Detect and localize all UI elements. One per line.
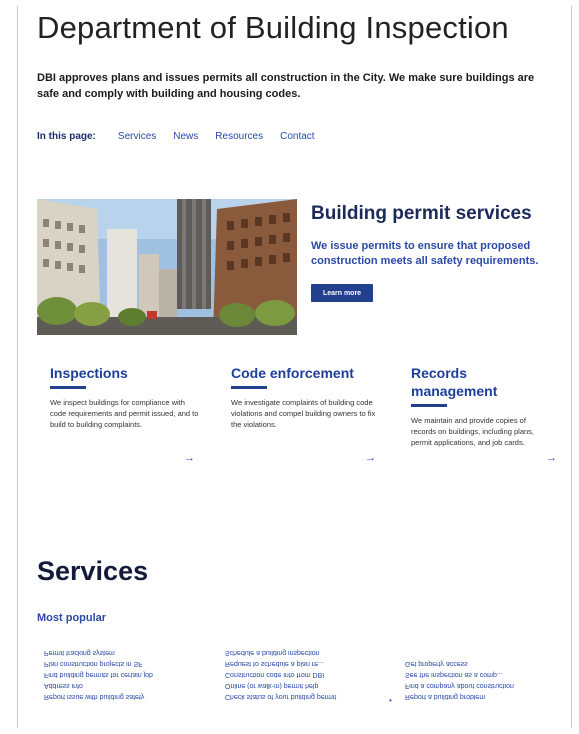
in-page-nav: In this page: Services News Resources Co… <box>37 131 332 142</box>
service-link[interactable]: Check status of your building permit <box>225 691 395 702</box>
nav-link-news[interactable]: News <box>173 131 198 142</box>
service-link[interactable]: Find building permits for certain job <box>44 669 214 680</box>
card-inspections[interactable]: Inspections We inspect buildings for com… <box>50 364 200 430</box>
most-popular-heading: Most popular <box>37 612 107 624</box>
hero-text: We issue permits to ensure that proposed… <box>311 240 539 267</box>
card-text: We investigate complaints of building co… <box>231 398 376 429</box>
service-link[interactable]: Get property access <box>405 658 575 669</box>
card-title: Code enforcement <box>231 365 354 381</box>
card-text: We inspect buildings for compliance with… <box>50 398 199 429</box>
page-title: Department of Building Inspection <box>37 10 509 45</box>
service-link[interactable]: Request to schedule a plan re... <box>225 658 395 669</box>
service-link[interactable]: Find a company about construction <box>405 680 575 691</box>
card-text: We maintain and provide copies of record… <box>411 416 534 447</box>
services-heading: Services <box>37 556 149 586</box>
service-link[interactable]: See the inspection as a comp... <box>405 669 575 680</box>
card-underline <box>411 404 447 407</box>
card-underline <box>231 386 267 389</box>
arrow-right-icon[interactable]: → <box>546 452 557 464</box>
hero-city-image <box>37 199 297 335</box>
service-link[interactable]: Online (or walk-in) permit help <box>225 680 395 691</box>
nav-link-resources[interactable]: Resources <box>215 131 263 142</box>
services-column-1: Permit tracking system Plan construction… <box>44 647 214 702</box>
intro-text: DBI approves plans and issues permits al… <box>37 72 535 100</box>
card-underline <box>50 386 86 389</box>
card-records-management[interactable]: Records management We maintain and provi… <box>411 364 551 448</box>
service-link[interactable]: Permit tracking system <box>44 647 214 658</box>
service-link[interactable]: Address info <box>44 680 214 691</box>
service-link[interactable]: Construction code info from DBI <box>225 669 395 680</box>
service-link[interactable]: Plan construction projects in SF <box>44 658 214 669</box>
card-title: Inspections <box>50 365 128 381</box>
nav-link-services[interactable]: Services <box>118 131 156 142</box>
service-link[interactable]: Schedule a building inspection <box>225 647 395 658</box>
arrow-right-icon[interactable]: → <box>184 452 195 464</box>
services-column-2: Schedule a building inspection Request t… <box>225 647 395 702</box>
learn-more-button[interactable]: Learn more <box>311 284 373 302</box>
service-link[interactable]: Report issue with building safety <box>44 691 214 702</box>
arrow-right-icon[interactable]: → <box>365 452 376 464</box>
hero-title: Building permit services <box>311 203 532 224</box>
services-column-3: Get property access See the inspection a… <box>405 658 575 702</box>
card-title: Records management <box>411 365 498 399</box>
nav-link-contact[interactable]: Contact <box>280 131 314 142</box>
in-page-label: In this page: <box>37 131 96 142</box>
card-code-enforcement[interactable]: Code enforcement We investigate complain… <box>231 364 381 430</box>
service-link[interactable]: Report a building problem <box>405 691 575 702</box>
bullet-icon: • <box>389 696 392 705</box>
